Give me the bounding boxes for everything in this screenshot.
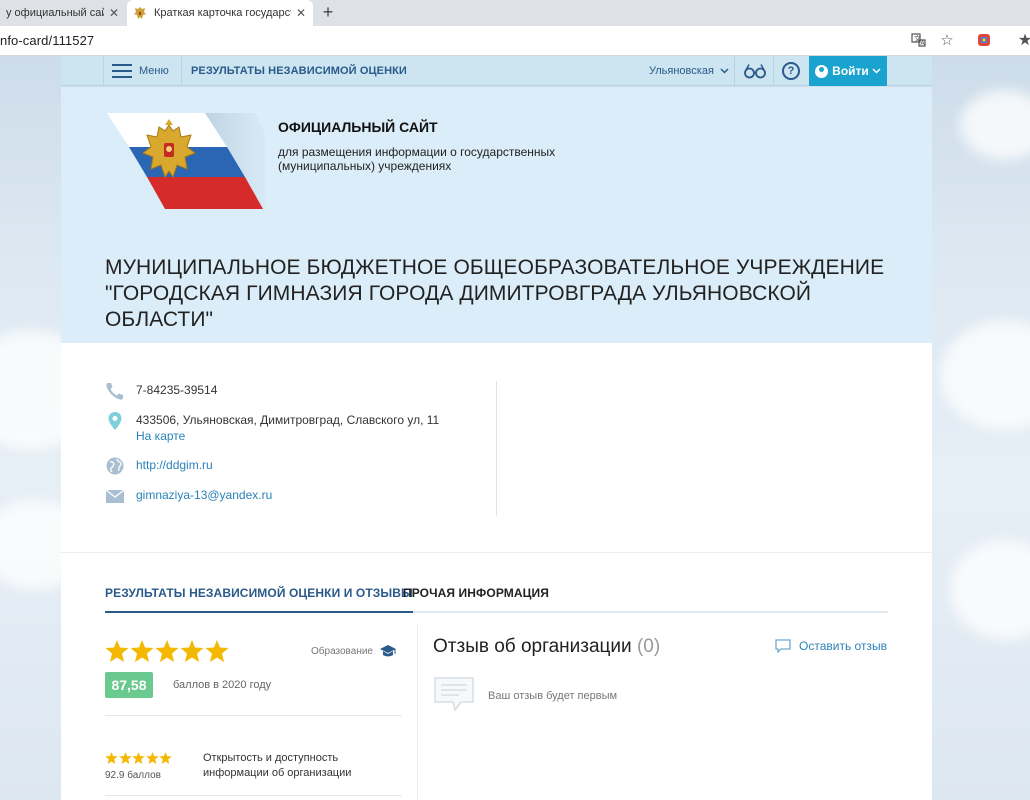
tab-title: у официальный сайт – [6,7,104,19]
map-link[interactable]: На карте [136,429,185,443]
russian-flag-logo[interactable] [105,111,265,211]
reviews-count: (0) [636,636,661,657]
envelope-icon [105,489,125,503]
hero-header: ОФИЦИАЛЬНЫЙ САЙТ для размещения информац… [61,87,932,343]
website-link[interactable]: http://ddgim.ru [136,456,213,472]
star-icon [159,752,172,764]
criterion-score: 92.9 баллов [105,770,161,781]
hamburger-icon [112,64,132,78]
browser-tab-bar: у официальный сайт – ✕ Краткая карточка … [0,0,1030,26]
star-icon [105,640,129,662]
background-cloud [940,320,1030,430]
tab-results[interactable]: РЕЗУЛЬТАТЫ НЕЗАВИСИМОЙ ОЦЕНКИ И ОТЗЫВЫ [105,586,413,613]
contact-email: gimnaziya-13@yandex.ru [105,486,272,510]
comment-icon [775,639,791,653]
address-bar: nfo-card/111527 文A ☆ ★ [0,26,1030,56]
leave-review-label: Оставить отзыв [799,639,887,653]
contacts-divider [496,381,497,516]
star-icon [105,752,118,764]
email-link[interactable]: gimnaziya-13@yandex.ru [136,486,272,502]
region-label: Ульяновская [649,65,714,77]
star-icon [155,640,179,662]
contact-website: http://ddgim.ru [105,456,213,480]
star-icon [205,640,229,662]
bookmark-star-icon[interactable]: ☆ [938,32,956,50]
tab-close-icon[interactable]: ✕ [295,6,307,20]
login-label: Войти [832,64,869,78]
graduation-cap-icon [379,645,396,657]
section-divider [61,552,932,553]
chevron-down-icon [720,68,729,74]
region-selector[interactable]: Ульяновская [649,65,729,77]
globe-icon [106,457,124,475]
extension-icon[interactable] [975,32,993,50]
tab-close-icon[interactable]: ✕ [108,6,120,20]
star-icon [132,752,145,764]
background-cloud [950,540,1030,640]
user-icon [815,64,829,78]
coat-of-arms-favicon-icon [134,7,146,19]
reviews-title: Отзыв об организации (0) [433,636,660,658]
url-text[interactable]: nfo-card/111527 [0,33,94,48]
browser-tab-inactive[interactable]: у официальный сайт – ✕ [0,0,126,26]
address-text: 433506, Ульяновская, Димитровград, Славс… [136,413,440,427]
official-site-title: ОФИЦИАЛЬНЫЙ САЙТ [278,119,438,135]
tab-other-info[interactable]: ПРОЧАЯ ИНФОРМАЦИЯ [403,586,549,613]
star-icon [118,752,132,764]
nav-divider [734,56,735,86]
bookmarks-star-icon[interactable]: ★ [1016,32,1030,50]
score-badge: 87,58 [105,672,153,698]
translate-icon[interactable]: 文A [910,32,928,50]
empty-reviews-text: Ваш отзыв будет первым [488,690,618,702]
tab-title: Краткая карточка государствен [154,7,291,19]
browser-tab-active[interactable]: Краткая карточка государствен ✕ [127,0,313,26]
organization-name: МУНИЦИПАЛЬНОЕ БЮДЖЕТНОЕ ОБЩЕОБРАЗОВАТЕЛЬ… [105,256,885,331]
menu-label: Меню [139,65,169,77]
score-caption: баллов в 2020 году [173,679,272,691]
chevron-down-icon [872,68,881,74]
empty-review-comment-icon [434,677,474,712]
new-tab-button[interactable]: + [318,2,338,22]
official-site-subtitle: для размещения информации о государствен… [278,145,556,173]
nav-divider [181,56,182,86]
content-tabs: РЕЗУЛЬТАТЫ НЕЗАВИСИМОЙ ОЦЕНКИ И ОТЗЫВЫ П… [105,586,888,613]
help-icon[interactable]: ? [782,62,800,80]
leave-review-button[interactable]: Оставить отзыв [775,639,887,653]
login-button[interactable]: Войти [809,56,887,86]
main-content: 7-84235-39514 433506, Ульяновская, Димит… [61,343,932,800]
star-icon [180,640,204,662]
reviews-title-text: Отзыв об организации [433,636,632,657]
category-label: Образование [311,644,397,658]
site-container: Меню РЕЗУЛЬТАТЫ НЕЗАВИСИМОЙ ОЦЕНКИ Ульян… [61,56,932,800]
nav-divider [773,56,774,86]
phone-text: 7-84235-39514 [136,383,218,397]
menu-button[interactable]: Меню [103,56,169,86]
nav-section-title[interactable]: РЕЗУЛЬТАТЫ НЕЗАВИСИМОЙ ОЦЕНКИ [191,65,407,77]
top-navigation: Меню РЕЗУЛЬТАТЫ НЕЗАВИСИМОЙ ОЦЕНКИ Ульян… [61,56,932,86]
star-icon [145,752,159,764]
background-cloud [960,90,1030,160]
category-text: Образование [311,645,373,657]
rating-divider [105,795,402,796]
phone-icon [106,383,123,400]
contact-phone: 7-84235-39514 [105,381,217,405]
location-pin-icon [108,412,122,430]
criterion-label[interactable]: Открытость и доступность информации об о… [203,751,403,781]
criterion-stars [105,752,172,764]
low-vision-glasses-icon[interactable] [744,63,766,79]
column-divider [417,625,418,800]
contact-address: 433506, Ульяновская, Димитровград, Славс… [105,411,439,451]
rating-stars [105,640,229,662]
rating-divider [105,715,402,716]
star-icon [130,640,154,662]
